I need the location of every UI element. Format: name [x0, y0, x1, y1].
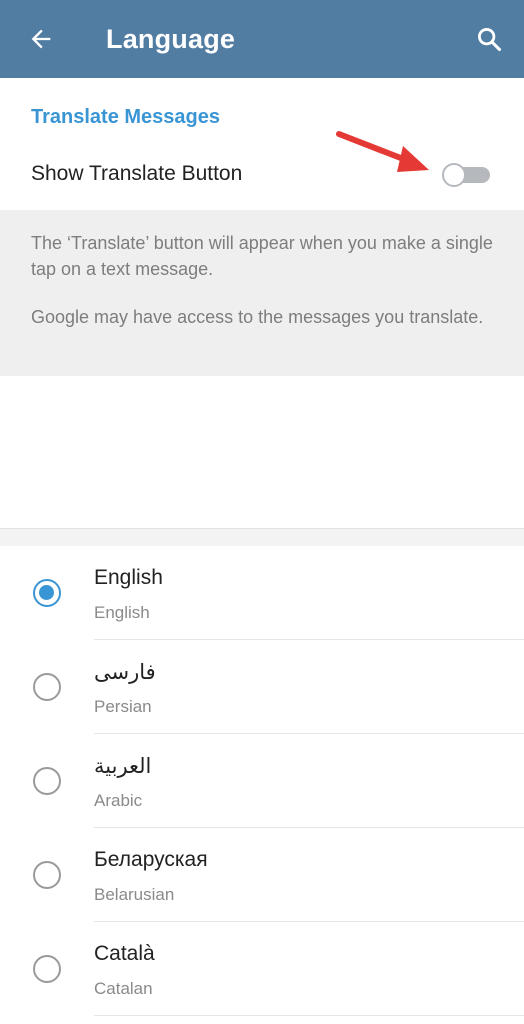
translate-info-panel: The ‘Translate’ button will appear when …	[0, 210, 524, 376]
show-translate-button-row[interactable]: Show Translate Button	[0, 146, 524, 204]
language-item-catalan[interactable]: Català Catalan	[0, 922, 524, 1016]
language-item-persian[interactable]: فارسی Persian	[0, 640, 524, 734]
back-button[interactable]	[22, 20, 60, 58]
radio-selected-icon[interactable]	[33, 579, 61, 607]
language-name: العربية	[94, 755, 152, 778]
search-button[interactable]	[470, 20, 508, 58]
language-name: فارسی	[94, 661, 156, 684]
red-arrow-icon	[336, 131, 429, 172]
arrow-left-icon	[31, 29, 51, 49]
language-english-name: Arabic	[94, 791, 143, 810]
list-divider	[94, 1015, 524, 1016]
language-name: Català	[94, 942, 155, 965]
toggle-label: Show Translate Button	[31, 162, 243, 185]
language-item-belarusian[interactable]: Беларуская Belarusian	[0, 828, 524, 922]
language-name: English	[94, 566, 163, 589]
language-list: English English فارسی Persian العربية Ar…	[0, 546, 524, 1016]
radio-unselected-icon[interactable]	[33, 673, 61, 701]
page-title: Language	[106, 24, 236, 54]
translate-toggle-switch[interactable]	[442, 163, 490, 187]
section-title-translate: Translate Messages	[31, 106, 220, 128]
translate-info-text: The ‘Translate’ button will appear when …	[31, 233, 493, 279]
app-bar: Language	[0, 0, 524, 78]
privacy-info-text: Google may have access to the messages y…	[31, 307, 484, 327]
radio-unselected-icon[interactable]	[33, 861, 61, 889]
language-english-name: Belarusian	[94, 885, 175, 904]
radio-unselected-icon[interactable]	[33, 955, 61, 983]
language-name: Беларуская	[94, 848, 208, 871]
language-item-english[interactable]: English English	[0, 546, 524, 640]
search-icon	[478, 28, 502, 52]
language-english-name: Catalan	[94, 979, 153, 998]
language-english-name: Persian	[94, 697, 152, 716]
section-divider	[0, 528, 524, 546]
language-item-arabic[interactable]: العربية Arabic	[0, 734, 524, 828]
radio-unselected-icon[interactable]	[33, 767, 61, 795]
language-english-name: English	[94, 603, 150, 622]
switch-thumb	[442, 163, 466, 187]
